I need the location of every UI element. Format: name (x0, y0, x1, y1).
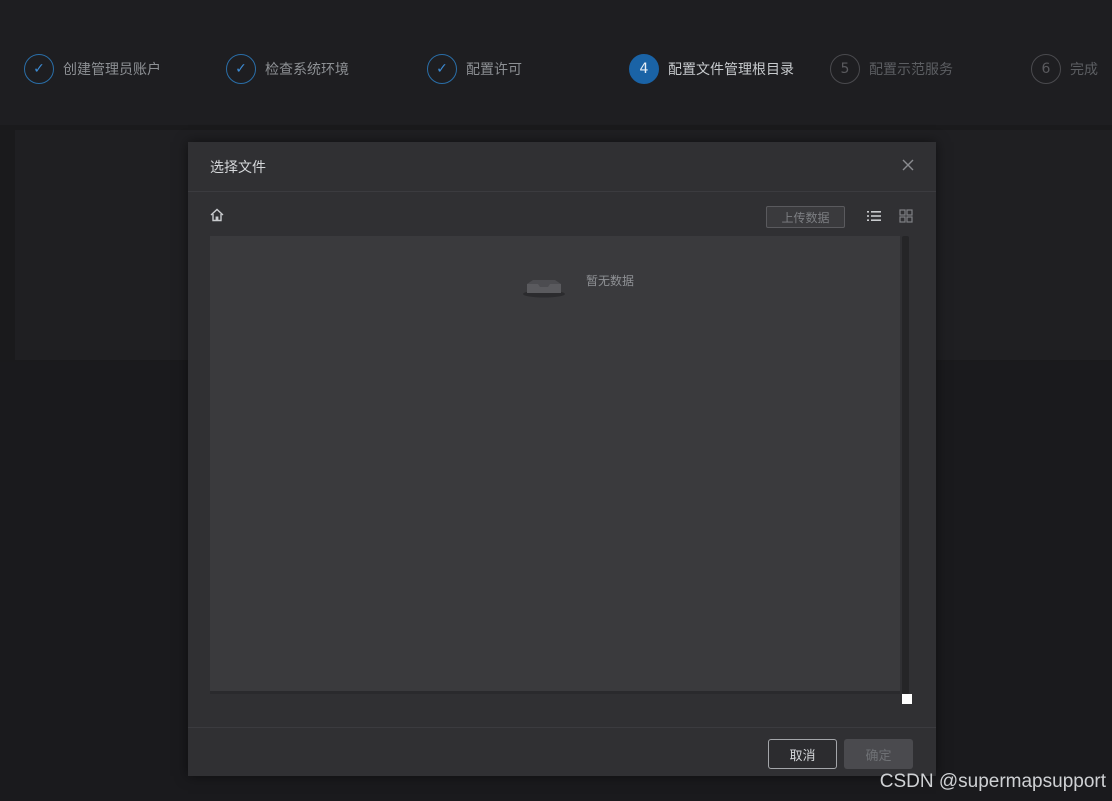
file-list-area[interactable]: 暂无数据 (210, 236, 900, 694)
cancel-button[interactable]: 取消 (768, 739, 837, 769)
list-view-icon[interactable] (866, 208, 882, 224)
step-5: 5 配置示范服务 (830, 53, 953, 85)
watermark: CSDN @supermapsupport (879, 771, 1106, 792)
step-4-label: 配置文件管理根目录 (668, 62, 794, 78)
close-icon-glyph (902, 159, 914, 171)
step-3-check-icon: ✓ (427, 54, 457, 84)
step-4-number: 4 (629, 54, 659, 84)
step-5-number: 5 (830, 54, 860, 84)
empty-text: 暂无数据 (586, 273, 635, 288)
step-2-check-icon: ✓ (226, 54, 256, 84)
step-5-label: 配置示范服务 (869, 62, 953, 78)
upload-data-button[interactable]: 上传数据 (766, 206, 845, 228)
dialog-header: 选择文件 (188, 142, 936, 192)
resize-handle[interactable] (902, 694, 912, 704)
step-6-number: 6 (1031, 54, 1061, 84)
step-6: 6 完成 (1031, 53, 1098, 85)
step-1-check-icon: ✓ (24, 54, 54, 84)
setup-steps: ✓ 创建管理员账户 ✓ 检查系统环境 ✓ 配置许可 4 配置文件管理根目录 5 … (24, 53, 1112, 85)
step-1: ✓ 创建管理员账户 (24, 53, 161, 85)
dialog-footer: 取消 确定 (188, 727, 936, 776)
step-6-label: 完成 (1070, 62, 1098, 78)
grid-view-icon[interactable] (898, 208, 914, 224)
step-4: 4 配置文件管理根目录 (629, 53, 794, 85)
empty-box-icon (523, 280, 565, 298)
step-1-label: 创建管理员账户 (63, 62, 161, 78)
step-3: ✓ 配置许可 (427, 53, 522, 85)
select-file-dialog: 选择文件 上传数据 暂无数据 取消 确定 (188, 142, 936, 776)
empty-state: 暂无数据 (522, 274, 634, 298)
step-2: ✓ 检查系统环境 (226, 53, 349, 85)
step-3-label: 配置许可 (466, 62, 522, 78)
file-list-scrollbar[interactable] (902, 236, 909, 694)
home-icon[interactable] (209, 207, 227, 225)
confirm-button[interactable]: 确定 (844, 739, 913, 769)
dialog-title: 选择文件 (210, 160, 266, 176)
step-2-label: 检查系统环境 (265, 62, 349, 78)
dialog-toolbar: 上传数据 (188, 202, 936, 232)
close-icon[interactable] (898, 157, 918, 177)
